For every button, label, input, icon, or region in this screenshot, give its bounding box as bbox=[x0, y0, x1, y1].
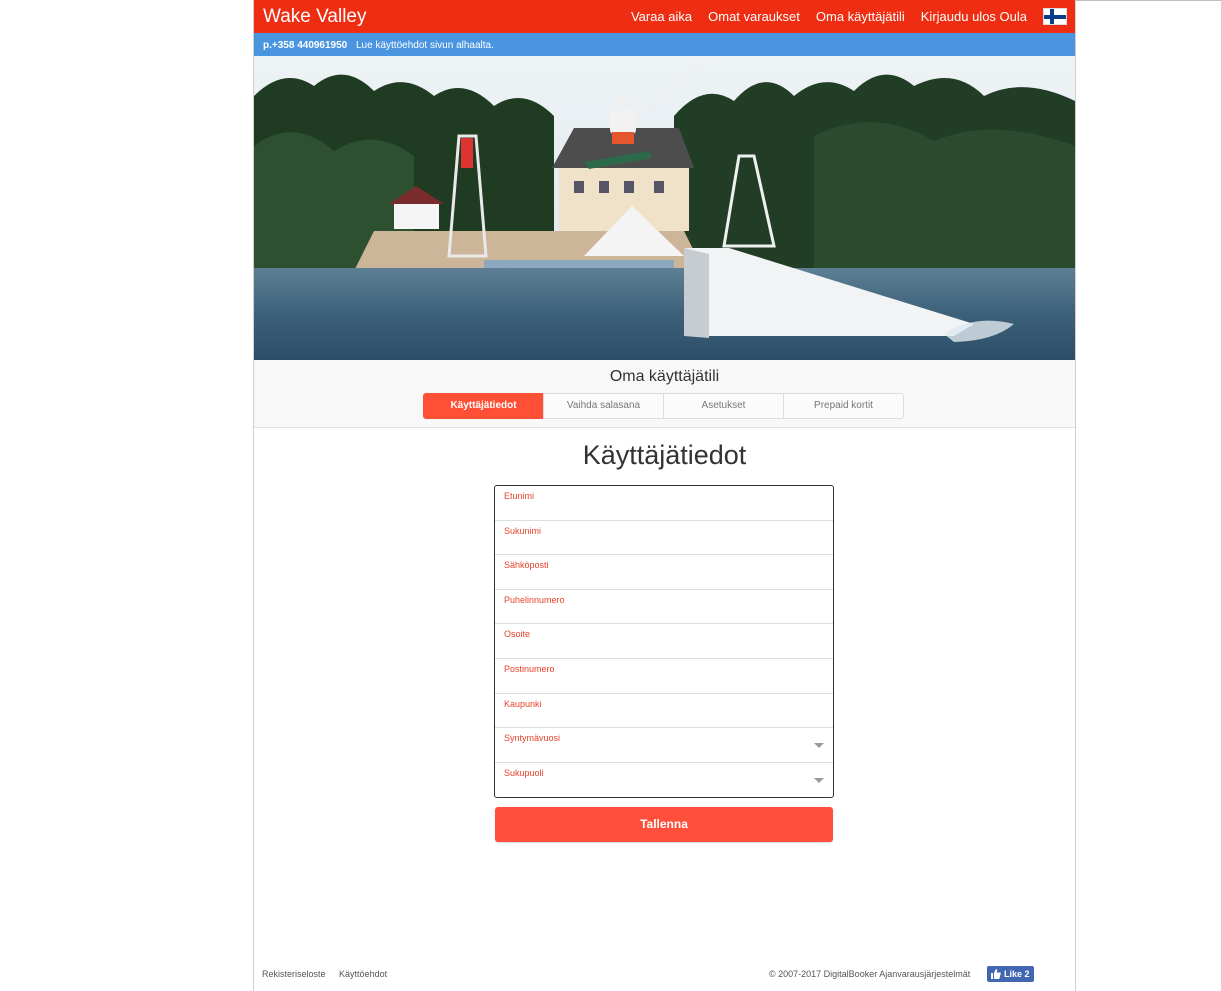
nav-link-my-bookings[interactable]: Omat varaukset bbox=[708, 9, 800, 24]
city-field[interactable]: Kaupunki bbox=[495, 694, 833, 729]
brand-logo[interactable]: Wake Valley bbox=[263, 6, 366, 28]
postal-code-field[interactable]: Postinumero bbox=[495, 659, 833, 694]
top-navbar: Wake Valley Varaa aika Omat varaukset Om… bbox=[254, 0, 1075, 33]
nav-link-my-account[interactable]: Oma käyttäjätili bbox=[816, 9, 905, 24]
nav-link-book[interactable]: Varaa aika bbox=[631, 9, 692, 24]
postal-code-input[interactable] bbox=[503, 672, 825, 691]
phone-number: p.+358 440961950 bbox=[263, 40, 348, 51]
footer-link-terms[interactable]: Käyttöehdot bbox=[339, 969, 387, 979]
chevron-down-icon[interactable] bbox=[814, 743, 824, 749]
nav-link-logout[interactable]: Kirjaudu ulos Oula bbox=[921, 9, 1027, 24]
first-name-field[interactable]: Etunimi bbox=[495, 486, 833, 521]
tab-change-password[interactable]: Vaihda salasana bbox=[543, 393, 664, 419]
first-name-input[interactable] bbox=[503, 499, 825, 518]
footer-links: Rekisteriseloste Käyttöehdot bbox=[262, 969, 398, 979]
birth-year-field[interactable]: Syntymävuosi bbox=[495, 728, 833, 763]
thumbs-up-icon bbox=[991, 969, 1001, 979]
hero-image bbox=[254, 56, 1075, 360]
terms-note: Lue käyttöehdot sivun alhaalta. bbox=[356, 40, 494, 51]
like-label: Like 2 bbox=[1004, 969, 1030, 979]
finland-flag-icon[interactable] bbox=[1043, 8, 1067, 25]
account-section: Oma käyttäjätili Käyttäjätiedot Vaihda s… bbox=[254, 360, 1075, 428]
wakeboard-lake-photo bbox=[254, 56, 1075, 360]
info-bar: p.+358 440961950 Lue käyttöehdot sivun a… bbox=[254, 33, 1075, 56]
footer-link-privacy[interactable]: Rekisteriseloste bbox=[262, 969, 326, 979]
email-input[interactable] bbox=[503, 568, 825, 587]
account-title: Oma käyttäjätili bbox=[609, 368, 720, 385]
tab-settings[interactable]: Asetukset bbox=[663, 393, 784, 419]
address-field[interactable]: Osoite bbox=[495, 624, 833, 659]
save-button[interactable]: Tallenna bbox=[495, 807, 833, 842]
nav-links: Varaa aika Omat varaukset Oma käyttäjäti… bbox=[615, 9, 1027, 24]
last-name-input[interactable] bbox=[503, 534, 825, 553]
phone-input[interactable] bbox=[503, 603, 825, 622]
city-input[interactable] bbox=[503, 707, 825, 726]
email-field[interactable]: Sähköposti bbox=[495, 555, 833, 590]
page-frame: Wake Valley Varaa aika Omat varaukset Om… bbox=[253, 0, 1076, 991]
tab-prepaid-cards[interactable]: Prepaid kortit bbox=[783, 393, 904, 419]
top-border bbox=[1074, 0, 1221, 1]
tab-user-info[interactable]: Käyttäjätiedot bbox=[423, 393, 544, 419]
field-label: Sukupuoli bbox=[504, 767, 544, 778]
phone-field[interactable]: Puhelinnumero bbox=[495, 590, 833, 625]
facebook-like-button[interactable]: Like 2 bbox=[987, 966, 1034, 982]
user-info-form: Etunimi Sukunimi Sähköposti Puhelinnumer… bbox=[494, 485, 834, 798]
copyright: © 2007-2017 DigitalBooker Ajanvarausjärj… bbox=[769, 969, 971, 979]
last-name-field[interactable]: Sukunimi bbox=[495, 521, 833, 556]
form-heading: Käyttäjätiedot bbox=[582, 440, 747, 470]
gender-field[interactable]: Sukupuoli bbox=[495, 763, 833, 797]
account-tabs: Käyttäjätiedot Vaihda salasana Asetukset… bbox=[423, 393, 904, 419]
field-label: Syntymävuosi bbox=[504, 733, 561, 744]
address-input[interactable] bbox=[503, 637, 825, 656]
chevron-down-icon[interactable] bbox=[814, 777, 824, 783]
